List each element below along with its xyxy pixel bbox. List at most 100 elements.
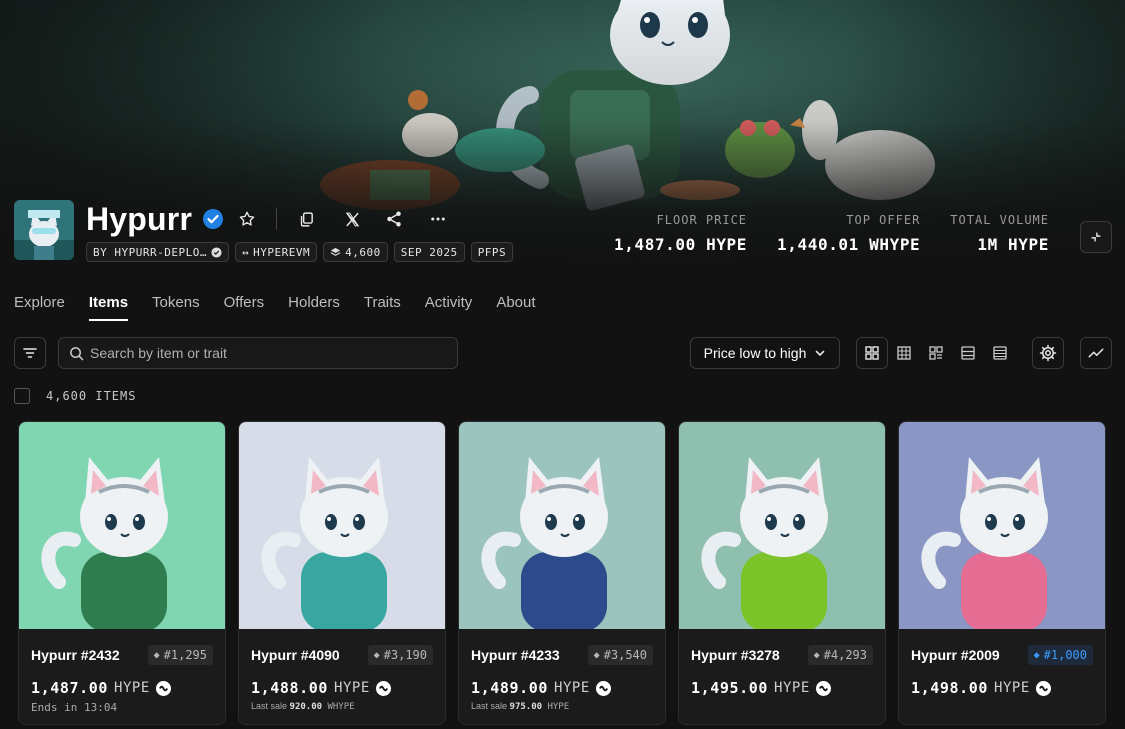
listing-expiry: Ends in 13:04 bbox=[31, 701, 118, 714]
last-sale-info: Last sale 920.00 WHYPE bbox=[251, 701, 433, 712]
tab-offers[interactable]: Offers bbox=[224, 294, 265, 319]
rarity-diamond-icon: ◆ bbox=[593, 649, 600, 661]
last-sale-currency: HYPE bbox=[542, 702, 570, 712]
tab-traits[interactable]: Traits bbox=[364, 294, 401, 319]
last-sale-currency: WHYPE bbox=[322, 702, 355, 712]
last-sale-label: Last sale bbox=[471, 701, 510, 711]
sort-label: Price low to high bbox=[703, 345, 807, 361]
nft-name: Hypurr #2009 bbox=[911, 647, 1000, 663]
hype-token-icon bbox=[375, 680, 391, 696]
rarity-rank-badge: ◆ #3,540 bbox=[587, 645, 653, 665]
supply-tag: 4,600 bbox=[323, 242, 388, 262]
tab-tokens[interactable]: Tokens bbox=[152, 294, 200, 319]
nft-image[interactable] bbox=[899, 422, 1105, 629]
category-tag[interactable]: PFPS bbox=[470, 242, 514, 262]
supply-tag-label: 4,600 bbox=[345, 245, 381, 259]
header-divider bbox=[276, 208, 278, 230]
collection-header: Hypurr BY HYPURR-DEPLO… ↔ HYPEREVM 4,600… bbox=[14, 200, 514, 262]
items-grid: Hypurr #2432 ◆ #1,295 1,487.00 HYPE Ends in 1… bbox=[18, 421, 1106, 725]
nft-price: 1,488.00 bbox=[251, 679, 329, 697]
nft-price: 1,489.00 bbox=[471, 679, 549, 697]
trend-chart-icon bbox=[1088, 348, 1104, 358]
gear-icon bbox=[1039, 344, 1057, 362]
last-sale-value: 975.00 bbox=[509, 702, 543, 712]
last-sale-info: Last sale 975.00 HYPE bbox=[471, 701, 653, 712]
collection-tabs: Explore Items Tokens Offers Holders Trai… bbox=[14, 294, 536, 321]
collapse-header-button[interactable] bbox=[1080, 221, 1112, 253]
collection-avatar bbox=[14, 200, 74, 260]
sort-dropdown[interactable]: Price low to high bbox=[690, 337, 840, 369]
nft-card[interactable]: Hypurr #4233 ◆ #3,540 1,489.00 HYPE Last sale… bbox=[458, 421, 666, 725]
floor-price-value: 1,487.00 HYPE bbox=[614, 235, 748, 254]
top-offer-value: 1,440.01 WHYPE bbox=[777, 235, 921, 254]
view-list-button[interactable] bbox=[952, 337, 984, 369]
share-icon[interactable] bbox=[381, 206, 407, 232]
last-sale-label: Last sale bbox=[251, 701, 290, 711]
more-options-icon[interactable] bbox=[425, 206, 451, 232]
price-currency: HYPE bbox=[994, 680, 1030, 696]
nft-price: 1,487.00 bbox=[31, 679, 109, 697]
masonry-icon bbox=[929, 346, 943, 360]
nft-image[interactable] bbox=[679, 422, 885, 629]
tab-explore[interactable]: Explore bbox=[14, 294, 65, 319]
nft-card[interactable]: Hypurr #4090 ◆ #3,190 1,488.00 HYPE Last sale… bbox=[238, 421, 446, 725]
chain-arrow-icon: ↔ bbox=[241, 245, 250, 259]
floor-price-label: FLOOR PRICE bbox=[656, 213, 748, 227]
settings-button[interactable] bbox=[1032, 337, 1064, 369]
nft-card[interactable]: Hypurr #2432 ◆ #1,295 1,487.00 HYPE Ends in 1… bbox=[18, 421, 226, 725]
date-tag: SEP 2025 bbox=[393, 242, 465, 262]
select-all-checkbox[interactable] bbox=[14, 388, 30, 404]
nft-card[interactable]: Hypurr #2009 ◆ #1,000 1,498.00 HYPE bbox=[898, 421, 1106, 725]
nft-image[interactable] bbox=[239, 422, 445, 629]
total-volume-label: TOTAL VOLUME bbox=[950, 213, 1049, 227]
top-offer-stat: TOP OFFER 1,440.01 WHYPE bbox=[777, 213, 920, 254]
large-grid-icon bbox=[865, 346, 879, 360]
nft-card[interactable]: Hypurr #3278 ◆ #4,293 1,495.00 HYPE bbox=[678, 421, 886, 725]
items-count: 4,600 ITEMS bbox=[46, 389, 137, 403]
tab-holders[interactable]: Holders bbox=[288, 294, 340, 319]
filter-button[interactable] bbox=[14, 337, 46, 369]
copy-icon[interactable] bbox=[293, 206, 319, 232]
hype-token-icon bbox=[155, 680, 171, 696]
collection-stats: FLOOR PRICE 1,487.00 HYPE TOP OFFER 1,44… bbox=[614, 213, 1049, 254]
rarity-rank-value: #3,540 bbox=[603, 648, 647, 662]
total-volume-value: 1M HYPE bbox=[977, 235, 1049, 254]
price-currency: HYPE bbox=[114, 680, 150, 696]
rarity-rank-value: #1,000 bbox=[1043, 648, 1087, 662]
rarity-rank-badge: ◆ #4,293 bbox=[807, 645, 873, 665]
tab-items[interactable]: Items bbox=[88, 294, 129, 321]
nft-name: Hypurr #4233 bbox=[471, 647, 560, 663]
rarity-rank-value: #1,295 bbox=[163, 648, 207, 662]
chevron-down-icon bbox=[816, 350, 825, 357]
search-input[interactable] bbox=[90, 345, 430, 361]
favorite-star-icon[interactable] bbox=[234, 206, 260, 232]
view-large-grid-button[interactable] bbox=[856, 337, 888, 369]
view-table-button[interactable] bbox=[984, 337, 1016, 369]
price-currency: HYPE bbox=[774, 680, 810, 696]
chain-tag[interactable]: ↔ HYPEREVM bbox=[234, 242, 318, 262]
search-box[interactable] bbox=[58, 337, 458, 369]
nft-image[interactable] bbox=[19, 422, 225, 629]
rarity-diamond-icon: ◆ bbox=[153, 649, 160, 661]
x-twitter-icon[interactable] bbox=[339, 206, 365, 232]
rarity-rank-badge: ◆ #1,000 bbox=[1027, 645, 1093, 665]
nft-name: Hypurr #3278 bbox=[691, 647, 780, 663]
rarity-rank-badge: ◆ #3,190 bbox=[367, 645, 433, 665]
hype-token-icon bbox=[595, 680, 611, 696]
nft-name: Hypurr #2432 bbox=[31, 647, 120, 663]
nft-price: 1,495.00 bbox=[691, 679, 769, 697]
tab-activity[interactable]: Activity bbox=[425, 294, 473, 319]
items-toolbar: Price low to high bbox=[14, 337, 1112, 369]
last-sale-value: 920.00 bbox=[289, 702, 323, 712]
activity-chart-button[interactable] bbox=[1080, 337, 1112, 369]
creator-verified-icon bbox=[211, 246, 222, 258]
tab-about[interactable]: About bbox=[496, 294, 535, 319]
view-masonry-button[interactable] bbox=[920, 337, 952, 369]
nft-image[interactable] bbox=[459, 422, 665, 629]
filter-icon bbox=[23, 348, 37, 358]
view-small-grid-button[interactable] bbox=[888, 337, 920, 369]
layers-icon bbox=[330, 247, 341, 256]
creator-tag[interactable]: BY HYPURR-DEPLO… bbox=[86, 242, 229, 262]
list-icon bbox=[961, 346, 975, 360]
rarity-diamond-icon: ◆ bbox=[813, 649, 820, 661]
